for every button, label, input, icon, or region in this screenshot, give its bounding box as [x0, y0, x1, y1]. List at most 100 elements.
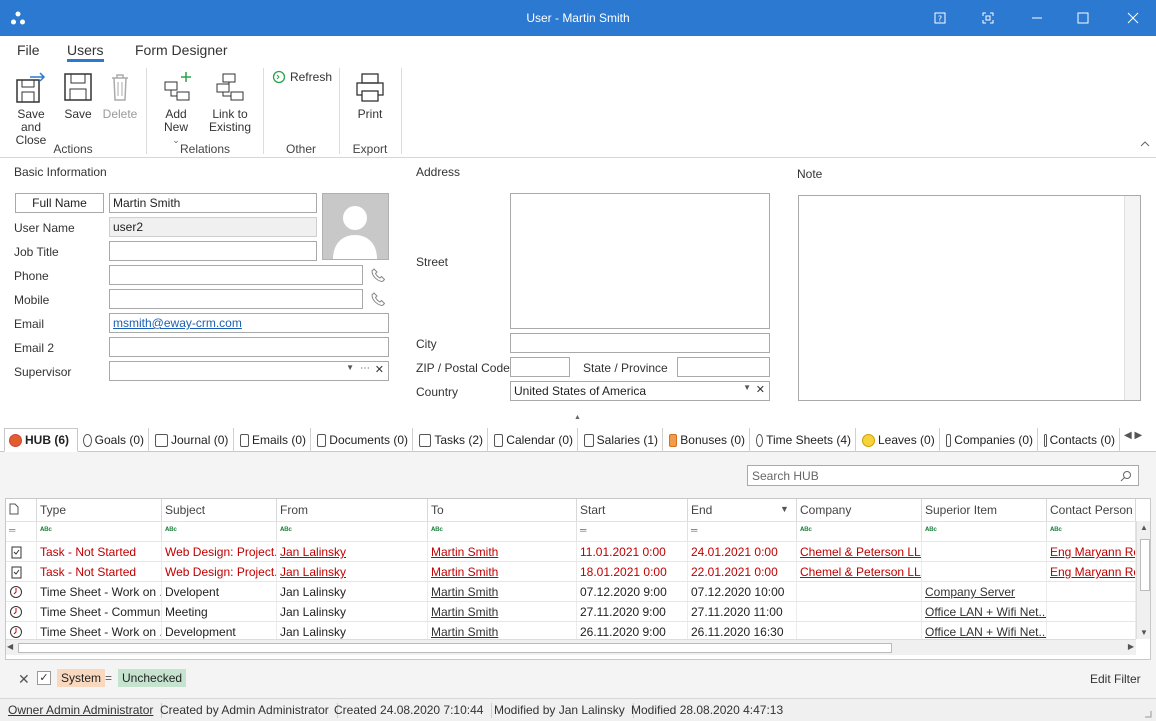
- column-filter-cell[interactable]: ᴬᴮᶜ: [1047, 521, 1136, 541]
- tab-target[interactable]: Goals (0): [79, 428, 149, 452]
- table-row[interactable]: Task - Not Started Web Design: Project...…: [6, 561, 1136, 582]
- save-button[interactable]: Save: [60, 70, 96, 121]
- edit-filter-link[interactable]: Edit Filter: [1090, 672, 1141, 686]
- tab-hub[interactable]: HUB (6): [4, 428, 78, 452]
- tab-envelope[interactable]: Emails (0): [236, 428, 311, 452]
- full-name-field[interactable]: Martin Smith: [109, 193, 317, 213]
- user-name-field[interactable]: user2: [109, 217, 317, 237]
- filter-field[interactable]: System: [57, 669, 106, 687]
- delete-button[interactable]: Delete: [101, 70, 139, 121]
- cell-company-text[interactable]: Chemel & Peterson LLC: [800, 565, 921, 579]
- phone-field[interactable]: [109, 265, 363, 285]
- menu-users[interactable]: Users: [67, 42, 104, 62]
- owner-link[interactable]: Owner Admin Administrator: [8, 703, 163, 718]
- ellipsis-icon[interactable]: ⋯: [360, 363, 370, 374]
- supervisor-combobox[interactable]: ▼ ⋯ ✕: [109, 361, 389, 381]
- cell-to-text[interactable]: Martin Smith: [431, 565, 498, 579]
- country-combobox[interactable]: United States of America ▼ ✕: [510, 381, 770, 401]
- refresh-button[interactable]: Refresh: [272, 70, 332, 84]
- avatar[interactable]: [322, 193, 389, 260]
- tab-scroll-buttons[interactable]: ◀ ▶: [1124, 430, 1142, 441]
- cell-superior-text[interactable]: Office LAN + Wifi Net...: [925, 625, 1046, 639]
- filter-enabled-checkbox[interactable]: ✓: [37, 671, 51, 685]
- search-icon[interactable]: [1120, 470, 1132, 482]
- email2-field[interactable]: [109, 337, 389, 357]
- clear-filter-icon[interactable]: ✕: [18, 671, 30, 688]
- cell-contact-text[interactable]: Eng Maryann Roy: [1050, 565, 1135, 579]
- table-row[interactable]: Time Sheet - Work on ... Development Jan L…: [6, 621, 1136, 642]
- fullscreen-button[interactable]: [965, 0, 1011, 36]
- minimize-button[interactable]: [1014, 0, 1060, 36]
- cell-company-text[interactable]: Chemel & Peterson LLC: [800, 545, 921, 559]
- tab-building[interactable]: Companies (0): [942, 428, 1038, 452]
- filter-operator[interactable]: =: [105, 671, 112, 685]
- clear-icon[interactable]: ✕: [375, 363, 384, 376]
- chevron-down-icon[interactable]: ▼: [743, 383, 751, 392]
- filter-row-icon[interactable]: ═: [6, 521, 37, 541]
- resize-grip-icon[interactable]: [1144, 710, 1152, 718]
- clear-icon[interactable]: ✕: [756, 383, 765, 396]
- city-field[interactable]: [510, 333, 770, 353]
- help-button[interactable]: ?: [917, 0, 963, 36]
- table-row[interactable]: Task - Not Started Web Design: Project...…: [6, 541, 1136, 562]
- mobile-call-icon[interactable]: [371, 292, 385, 306]
- cell-superior-text[interactable]: Office LAN + Wifi Net...: [925, 605, 1046, 619]
- tab-calendar[interactable]: Calendar (0): [490, 428, 578, 452]
- hub-search-input[interactable]: Search HUB: [747, 465, 1139, 486]
- column-filter-cell[interactable]: ᴬᴮᶜ: [162, 521, 277, 541]
- collapse-ribbon-icon[interactable]: [1140, 140, 1150, 148]
- link-to-existing-button[interactable]: Link to Existing: [203, 70, 257, 134]
- column-filter-cell[interactable]: ᴬᴮᶜ: [797, 521, 922, 541]
- email-field[interactable]: msmith@eway-crm.com: [109, 313, 389, 333]
- table-row[interactable]: Time Sheet - Communi... Meeting Jan Lalins…: [6, 601, 1136, 622]
- tab-clipboard[interactable]: Tasks (2): [415, 428, 488, 452]
- save-and-close-button[interactable]: Save and Close: [6, 70, 56, 147]
- maximize-button[interactable]: [1060, 0, 1106, 36]
- email-link[interactable]: msmith@eway-crm.com: [113, 316, 242, 330]
- mobile-field[interactable]: [109, 289, 363, 309]
- column-header[interactable]: Contact Person: [1047, 499, 1136, 521]
- menu-file[interactable]: File: [17, 42, 40, 58]
- tab-bonus[interactable]: Bonuses (0): [665, 428, 750, 452]
- column-filter-cell[interactable]: ═: [688, 521, 797, 541]
- close-button[interactable]: [1110, 0, 1156, 36]
- tab-salary[interactable]: Salaries (1): [580, 428, 663, 452]
- cell-to-text[interactable]: Martin Smith: [431, 545, 498, 559]
- cell-superior-text[interactable]: Company Server: [925, 585, 1015, 599]
- column-header[interactable]: Company: [797, 499, 922, 521]
- cell-to-text[interactable]: Martin Smith: [431, 585, 498, 599]
- job-title-field[interactable]: [109, 241, 317, 261]
- cell-from-text[interactable]: Jan Lalinsky: [280, 565, 346, 579]
- cell-to-text[interactable]: Martin Smith: [431, 625, 498, 639]
- column-header[interactable]: Start: [577, 499, 688, 521]
- tab-contact-card[interactable]: Contacts (0): [1040, 428, 1120, 452]
- column-header[interactable]: Subject: [162, 499, 277, 521]
- splitter-handle-icon[interactable]: ▲: [574, 414, 581, 421]
- filter-value[interactable]: Unchecked: [118, 669, 187, 687]
- tab-document[interactable]: Documents (0): [313, 428, 413, 452]
- cell-to-text[interactable]: Martin Smith: [431, 605, 498, 619]
- column-header[interactable]: To: [428, 499, 577, 521]
- note-scrollbar[interactable]: [1124, 196, 1140, 400]
- table-row[interactable]: Time Sheet - Work on ... Dvelopent Jan Lal…: [6, 581, 1136, 602]
- column-header[interactable]: Superior Item: [922, 499, 1047, 521]
- sort-descending-icon[interactable]: ▼: [780, 504, 789, 514]
- column-filter-cell[interactable]: ᴬᴮᶜ: [277, 521, 428, 541]
- full-name-button[interactable]: Full Name: [15, 193, 104, 213]
- cell-from-text[interactable]: Jan Lalinsky: [280, 545, 346, 559]
- chevron-down-icon[interactable]: ▼: [346, 363, 354, 372]
- column-header[interactable]: From: [277, 499, 428, 521]
- street-textarea[interactable]: [510, 193, 770, 329]
- column-filter-cell[interactable]: ᴬᴮᶜ: [428, 521, 577, 541]
- column-filter-cell[interactable]: ᴬᴮᶜ: [922, 521, 1047, 541]
- print-button[interactable]: Print: [350, 70, 390, 121]
- tab-clock[interactable]: Time Sheets (4): [752, 428, 856, 452]
- vertical-scrollbar[interactable]: ▲ ▼: [1136, 521, 1150, 639]
- tab-smiley[interactable]: Leaves (0): [858, 428, 940, 452]
- phone-call-icon[interactable]: [371, 268, 385, 282]
- add-new-button[interactable]: Add New ⌄: [152, 70, 200, 147]
- note-textarea[interactable]: [798, 195, 1141, 401]
- state-field[interactable]: [677, 357, 770, 377]
- zip-field[interactable]: [510, 357, 570, 377]
- cell-contact-text[interactable]: Eng Maryann Roy: [1050, 545, 1135, 559]
